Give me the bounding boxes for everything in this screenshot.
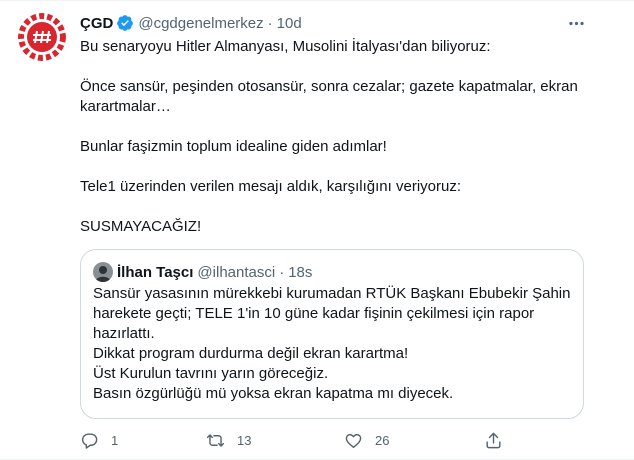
tweet-paragraph: Bu senaryoyu Hitler Almanyası, Musolini … [80,38,491,55]
tweet-paragraph: SUSMAYACAĞIZ! [80,218,202,235]
quoted-author-handle: @ilhantasci [197,263,276,281]
share-button[interactable] [484,429,503,451]
like-icon [345,433,362,448]
quoted-author-name: İlhan Taşcı [117,263,194,281]
author-name[interactable]: ÇGD [80,15,113,32]
retweet-count: 13 [237,432,252,448]
tweet-paragraph: Tele1 üzerinden verilen mesajı aldık, ka… [80,178,462,195]
person-avatar-icon [93,262,113,282]
verified-badge-icon [117,15,134,31]
retweet-button[interactable]: 13 [206,429,251,451]
author-handle[interactable]: @cgdgenelmerkez [138,15,263,32]
tweet-time[interactable]: 10d [277,15,302,32]
tweet[interactable]: ÇGD @cgdgenelmerkez · 10d Bu senaryoyu H… [0,0,634,460]
more-options-icon [568,21,584,25]
quoted-tweet-time: 18s [288,263,313,281]
more-options-button[interactable] [562,11,590,35]
like-count: 26 [375,432,390,448]
quoted-tweet-header: İlhan Taşcı @ilhantasci · 18s [93,262,312,282]
quoted-line: Dikkat program durdurma değil ekran kara… [93,345,409,362]
quoted-author-avatar [93,262,113,282]
tweet-paragraph: Bunlar faşizmin toplum idealine giden ad… [80,138,387,155]
reply-button[interactable]: 1 [80,429,118,451]
retweet-icon [206,433,225,447]
header-separator: · [267,14,273,32]
author-avatar[interactable] [18,13,66,61]
share-icon [486,432,501,448]
reply-count: 1 [111,432,119,448]
reply-icon [81,432,98,449]
quoted-line: Üst Kurulun tavrını yarın göreceğiz. [93,365,329,382]
quoted-tweet[interactable]: İlhan Taşcı @ilhantasci · 18s Sansür yas… [80,249,584,419]
tweet-paragraph: Önce sansür, peşinden otosansür, sonra c… [80,78,578,115]
quoted-line: Sansür yasasının mürekkebi kurumadan RTÜ… [93,285,571,342]
tweet-text: Bu senaryoyu Hitler Almanyası, Musolini … [80,37,600,237]
tweet-actions: 1 13 26 [72,429,512,451]
cgd-logo-icon [18,13,66,61]
quoted-tweet-text: Sansür yasasının mürekkebi kurumadan RTÜ… [93,284,573,404]
tweet-header: ÇGD @cgdgenelmerkez · 10d [80,13,302,33]
quoted-line: Basın özgürlüğü mü yoksa ekran kapatma m… [93,385,454,402]
like-button[interactable]: 26 [344,429,389,451]
quoted-separator: · [279,263,285,281]
